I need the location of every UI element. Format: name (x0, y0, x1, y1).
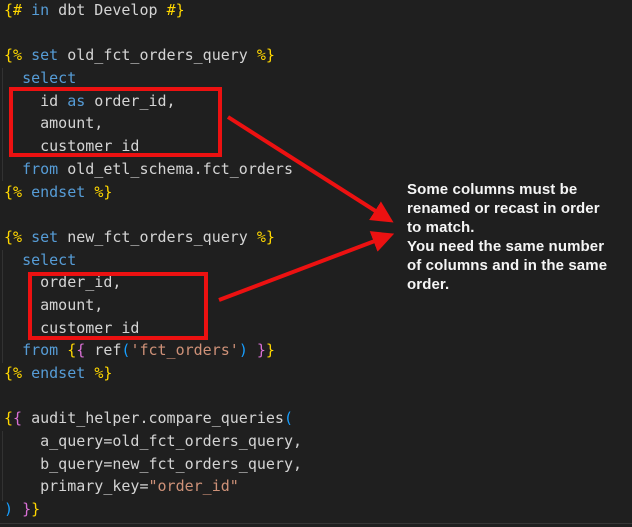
code-token: {% (4, 228, 22, 246)
code-token: %} (257, 46, 275, 64)
code-line: amount, (4, 294, 302, 317)
code-token (58, 341, 67, 359)
code-token: 'fct_orders' (130, 341, 238, 359)
code-token: {# (4, 1, 22, 19)
code-token: as (67, 92, 85, 110)
code-token (4, 160, 22, 178)
code-token: primary_key= (4, 477, 149, 495)
code-token (85, 183, 94, 201)
code-line: from old_etl_schema.fct_orders (4, 158, 302, 181)
code-token: endset (31, 183, 85, 201)
code-token: { (76, 341, 85, 359)
code-token (13, 500, 22, 518)
code-token: { (67, 341, 76, 359)
code-line: {{ audit_helper.compare_queries( (4, 407, 302, 430)
code-token: select (22, 69, 76, 87)
code-token: { (13, 409, 22, 427)
code-token (22, 228, 31, 246)
code-token: {% (4, 364, 22, 382)
code-line (4, 385, 302, 408)
code-line: primary_key="order_id" (4, 475, 302, 498)
code-line: {% endset %} (4, 362, 302, 385)
code-token: dbt Develop (49, 1, 166, 19)
code-token: customer_id (4, 319, 139, 337)
code-token: {% (4, 183, 22, 201)
code-token: } (22, 500, 31, 518)
code-token: old_etl_schema.fct_orders (58, 160, 293, 178)
code-token: old_fct_orders_query (58, 46, 257, 64)
code-line: {% set old_fct_orders_query %} (4, 44, 302, 67)
code-line: {# in dbt Develop #} (4, 0, 302, 22)
annotation-line: Some columns must be (407, 180, 632, 199)
code-token: { (4, 409, 13, 427)
code-token: %} (94, 183, 112, 201)
code-token: ( (284, 409, 293, 427)
code-token: order_id, (4, 273, 121, 291)
annotation-line: of columns and in the same (407, 256, 632, 275)
code-line: b_query=new_fct_orders_query, (4, 453, 302, 476)
code-token: b_query=new_fct_orders_query, (4, 455, 302, 473)
annotation-line: order. (407, 275, 632, 294)
code-token: } (31, 500, 40, 518)
code-line: order_id, (4, 271, 302, 294)
code-token (22, 46, 31, 64)
code-line: customer_id (4, 317, 302, 340)
code-token: } (257, 341, 266, 359)
code-token: set (31, 228, 58, 246)
code-line: {% set new_fct_orders_query %} (4, 226, 302, 249)
code-token (4, 341, 22, 359)
code-line: amount, (4, 112, 302, 135)
code-line: from {{ ref('fct_orders') }} (4, 339, 302, 362)
code-token: from (22, 160, 58, 178)
annotation-line: renamed or recast in order (407, 199, 632, 218)
code-token (248, 341, 257, 359)
code-token: id (4, 92, 67, 110)
code-token: in (31, 1, 49, 19)
code-token (85, 364, 94, 382)
code-line (4, 22, 302, 45)
code-token: ref (85, 341, 121, 359)
code-token: ) (239, 341, 248, 359)
code-token: endset (31, 364, 85, 382)
code-token: #} (167, 1, 185, 19)
code-token: "order_id" (149, 477, 239, 495)
code-token: new_fct_orders_query (58, 228, 257, 246)
annotation-note: Some columns must be renamed or recast i… (407, 180, 632, 294)
code-token: ) (4, 500, 13, 518)
indent-guide (2, 431, 3, 501)
code-token: audit_helper.compare_queries (22, 409, 284, 427)
indent-guide (2, 68, 3, 181)
code-line (4, 203, 302, 226)
code-token: } (266, 341, 275, 359)
annotation-line: to match. (407, 218, 632, 237)
code-line: select (4, 67, 302, 90)
code-token (22, 183, 31, 201)
code-token: select (22, 251, 76, 269)
indent-guide (2, 250, 3, 363)
editor-bottom-edge (0, 523, 632, 524)
code-line: id as order_id, (4, 90, 302, 113)
code-token: amount, (4, 296, 103, 314)
code-token (22, 1, 31, 19)
code-line: select (4, 249, 302, 272)
code-editor-screenshot: {# in dbt Develop #} {% set old_fct_order… (0, 0, 632, 527)
code-token: customer_id (4, 137, 139, 155)
code-editor-content[interactable]: {# in dbt Develop #} {% set old_fct_order… (4, 0, 302, 521)
annotation-line: You need the same number (407, 237, 632, 256)
code-line: {% endset %} (4, 181, 302, 204)
code-line: customer_id (4, 135, 302, 158)
code-token: order_id, (85, 92, 175, 110)
code-line: a_query=old_fct_orders_query, (4, 430, 302, 453)
code-token (22, 364, 31, 382)
code-token (4, 251, 22, 269)
code-token: from (22, 341, 58, 359)
code-token (4, 69, 22, 87)
code-token: a_query=old_fct_orders_query, (4, 432, 302, 450)
code-token: amount, (4, 114, 103, 132)
code-token: set (31, 46, 58, 64)
code-token: %} (94, 364, 112, 382)
code-token: %} (257, 228, 275, 246)
code-line: ) }} (4, 498, 302, 521)
code-token: {% (4, 46, 22, 64)
